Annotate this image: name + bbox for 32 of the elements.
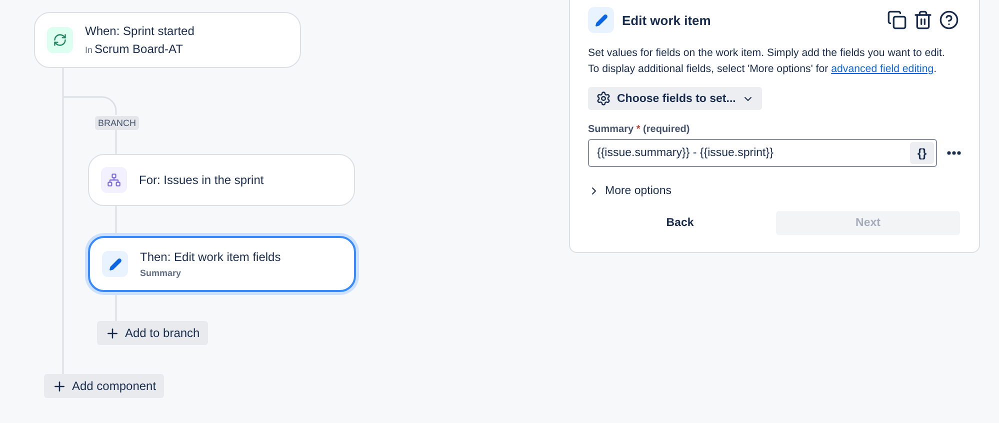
description-text: Set values for fields on the work item. Simply add the fields you want to edit. To display additional fields, select 'More options' for advanced field editing.: [588, 46, 946, 77]
step-card[interactable]: For: Issues in the sprint: [88, 154, 355, 206]
trigger-title: When: Sprint started: [85, 24, 194, 38]
refresh-icon: [47, 27, 73, 53]
more-icon[interactable]: [947, 151, 961, 155]
add-to-branch-button[interactable]: Add to branch: [97, 321, 208, 345]
help-icon[interactable]: [939, 10, 959, 30]
step-title: Then: Edit work item fields: [140, 250, 281, 264]
summary-field[interactable]: {{issue.summary}} - {{issue.sprint}} {}: [588, 139, 937, 167]
step-subtitle: Summary: [140, 268, 182, 278]
plus-icon: [105, 326, 120, 340]
more-options-toggle[interactable]: More options: [588, 185, 672, 197]
add-component-button[interactable]: Add component: [44, 374, 164, 398]
plus-icon: [52, 378, 67, 394]
field-label: Summary * (required): [588, 124, 691, 135]
pencil-icon: [102, 251, 128, 277]
choose-fields-button[interactable]: Choose fields to set...: [588, 87, 762, 110]
back-button[interactable]: Back: [588, 211, 772, 235]
trigger-card[interactable]: When: Sprint started In Scrum Board-AT: [34, 12, 301, 68]
step-card[interactable]: Then: Edit work item fields Summary: [88, 236, 356, 292]
smart-values-button[interactable]: {}: [910, 142, 934, 164]
in-label: In: [85, 45, 93, 55]
hierarchy-icon: [101, 167, 127, 193]
copy-icon[interactable]: [887, 10, 907, 30]
board-name: Scrum Board-AT: [94, 42, 183, 56]
advanced-editing-link[interactable]: advanced field editing: [831, 63, 934, 75]
step-title: For: Issues in the sprint: [139, 173, 264, 187]
gear-icon: [596, 91, 611, 106]
pencil-icon: [588, 7, 614, 33]
panel-title: Edit work item: [622, 12, 712, 28]
branch-lozenge: BRANCH: [95, 116, 140, 130]
delete-icon[interactable]: [913, 10, 933, 30]
